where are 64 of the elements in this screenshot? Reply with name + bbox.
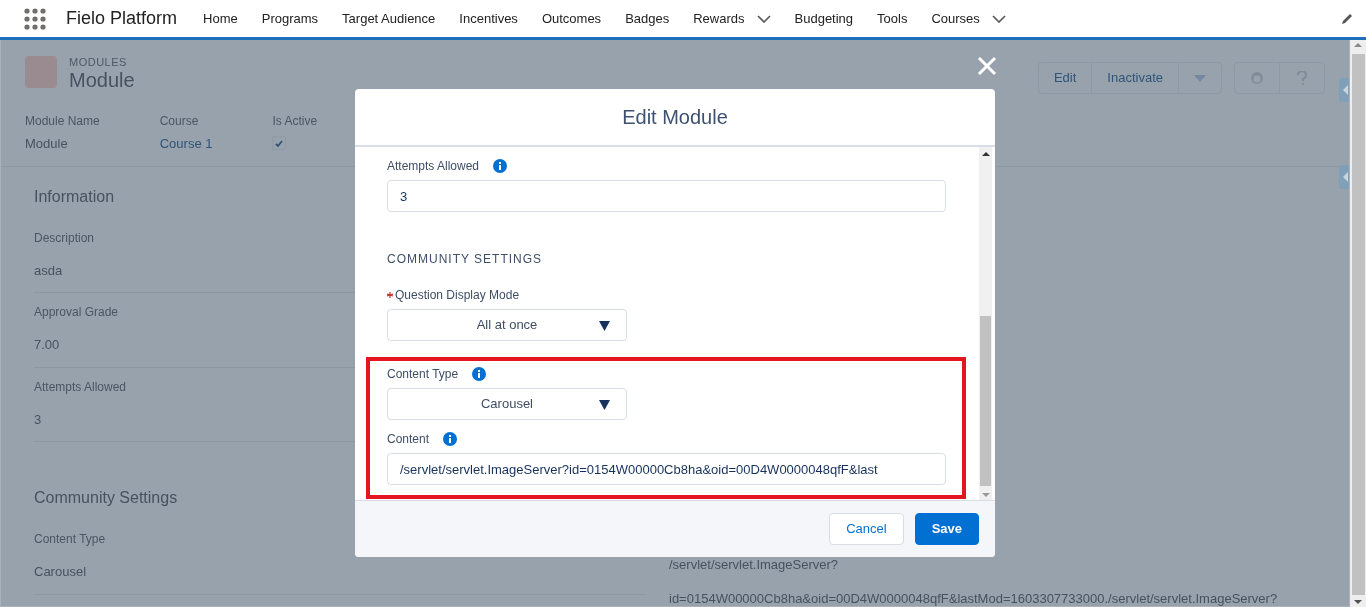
scrollbar[interactable]: [1350, 40, 1366, 607]
arrow-left-icon: [1341, 84, 1349, 96]
panel-toggle[interactable]: [1339, 78, 1349, 102]
panel-toggle[interactable]: [1339, 165, 1349, 189]
info-icon[interactable]: [443, 432, 458, 446]
object-label: MODULES: [69, 56, 128, 68]
section-heading: COMMUNITY SETTINGS: [387, 251, 544, 268]
field-label: Question Display Mode: [387, 286, 520, 304]
field-value: 7.00: [34, 336, 60, 354]
section-title: Information: [34, 186, 115, 207]
text-input[interactable]: 3: [387, 180, 946, 212]
field-label: Is Active: [272, 113, 318, 130]
pencil-icon[interactable]: [1340, 11, 1354, 26]
cancel-button[interactable]: Cancel: [829, 513, 904, 545]
question-mark-icon: [1295, 70, 1309, 86]
nav-tab[interactable]: Rewards: [693, 8, 771, 29]
field-label: Attempts Allowed: [34, 378, 127, 396]
field-label: Description: [34, 229, 95, 247]
field-label: Attempts Allowed: [387, 158, 480, 175]
nav-tab[interactable]: Badges: [625, 8, 670, 29]
info-icon[interactable]: [472, 367, 487, 381]
caret-down-icon: [599, 400, 610, 410]
nav-tab[interactable]: Courses: [931, 8, 1006, 29]
info-icon[interactable]: [493, 159, 508, 173]
app-name: Fielo Platform: [66, 7, 178, 30]
scrollbar[interactable]: [979, 147, 992, 500]
field-label: Approval Grade: [34, 304, 119, 321]
select-dropdown[interactable]: All at once: [387, 309, 627, 341]
save-button[interactable]: Save: [914, 513, 979, 545]
field-value: id=0154W00000Cb8ha&oid=00D4W0000048qfF&lastMod=1603307733000./servlet/servlet.ImageServer?: [669, 589, 1278, 606]
field-value: Carousel: [34, 563, 87, 581]
field-value: 3: [34, 410, 42, 429]
nav-tab[interactable]: Home: [203, 8, 238, 29]
field-label: Module Name: [25, 113, 100, 130]
field-label: Content Type: [387, 366, 459, 383]
nav-tab[interactable]: Budgeting: [794, 8, 854, 29]
section-title: Community Settings: [34, 488, 178, 508]
scroll-up-arrow-icon[interactable]: [980, 151, 991, 157]
modal-title: Edit Module: [355, 89, 995, 147]
nav-tab[interactable]: Tools: [877, 8, 908, 29]
field-value: Module: [25, 135, 69, 153]
chevron-down-icon: [991, 14, 1006, 23]
field-label: Content Type: [34, 531, 106, 548]
field-value: /servlet/servlet.ImageServer?: [669, 556, 839, 574]
field-value: asda: [34, 261, 63, 280]
chevron-down-icon: [756, 14, 771, 23]
nav-tab[interactable]: Incentives: [459, 8, 518, 29]
record-icon: [25, 56, 57, 88]
record-title: Module: [69, 68, 135, 92]
arrow-left-icon: [1341, 171, 1349, 183]
app-launcher-icon[interactable]: [24, 7, 46, 30]
caret-down-icon: [599, 321, 610, 331]
nav-tab[interactable]: Programs: [261, 8, 319, 29]
asterisk-icon: [387, 292, 393, 300]
caret-down-icon: [1194, 74, 1206, 82]
text-input[interactable]: /servlet/servlet.ImageServer?id=0154W00000Cb8ha&oid=00D4W0000048qfF&last: [387, 453, 946, 485]
field-label: Content: [387, 431, 430, 448]
close-icon: [976, 55, 998, 77]
scroll-down-arrow-icon[interactable]: [1353, 599, 1363, 605]
field-label: Course: [159, 113, 200, 130]
nav-tab[interactable]: Outcomes: [541, 8, 602, 29]
close-button[interactable]: [976, 55, 998, 77]
select-dropdown[interactable]: Carousel: [387, 388, 627, 420]
nav-tab[interactable]: Target Audience: [342, 8, 436, 29]
